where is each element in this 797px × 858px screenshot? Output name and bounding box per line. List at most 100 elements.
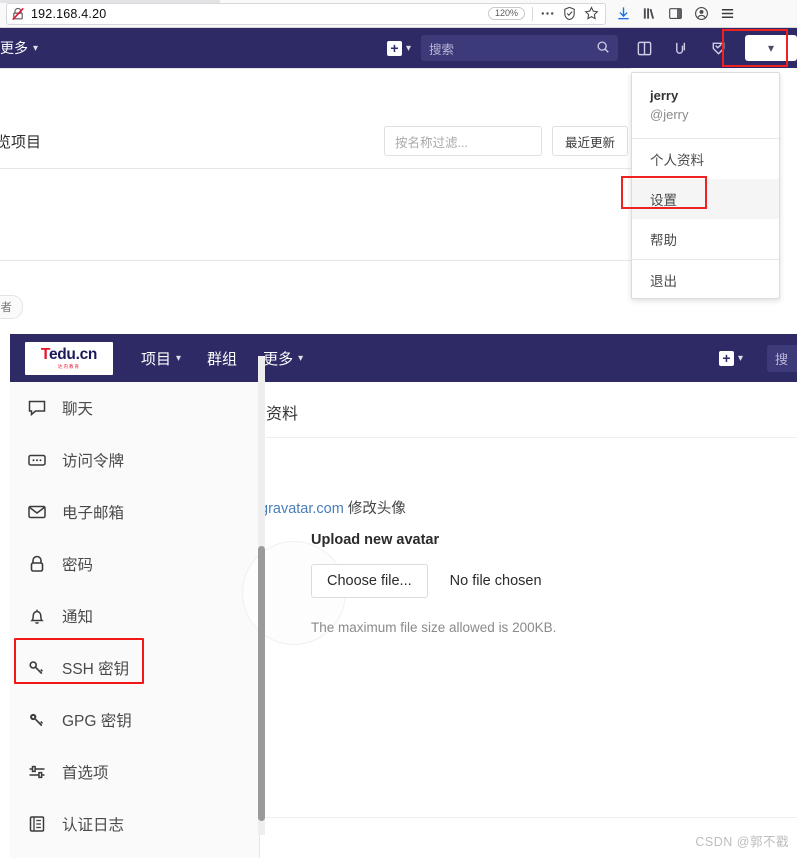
url-text: 192.168.4.20 (31, 6, 107, 21)
upload-avatar-title: Upload new avatar (311, 532, 440, 548)
star-icon[interactable] (584, 6, 599, 21)
bell-icon (27, 606, 47, 626)
nav-link-label: 更多 (263, 350, 294, 368)
todos-icon[interactable] (673, 40, 690, 57)
chat-icon (27, 398, 47, 418)
plus-icon: + (718, 350, 734, 366)
scrollbar-thumb[interactable] (258, 546, 265, 821)
highlight-box-settings (621, 176, 707, 209)
watermark: CSDN @郭不戳 (695, 835, 789, 849)
sidebar-item-label: 通知 (62, 609, 94, 626)
address-bar[interactable]: 192.168.4.20 120% (6, 2, 606, 25)
tedu-logo[interactable]: Tedu.cn 达内教育 (25, 341, 113, 375)
library-icon[interactable] (642, 6, 657, 21)
new-item-button[interactable]: + ▾ (718, 350, 743, 366)
logo-letter-t: T (40, 346, 49, 363)
shield-icon[interactable] (562, 6, 577, 21)
logo-subtitle: 达内教育 (58, 363, 80, 369)
chevron-down-icon: ▾ (298, 352, 304, 364)
zoom-level-badge[interactable]: 120% (487, 6, 525, 21)
account-icon[interactable] (694, 6, 709, 21)
nav-link-projects[interactable]: 项目 ▾ (141, 348, 181, 369)
dropdown-item-help[interactable]: 帮助 (632, 219, 779, 259)
choose-file-button[interactable]: Choose file... (311, 564, 428, 598)
sidebar-item-label: GPG 密钥 (62, 713, 132, 730)
log-icon (27, 814, 47, 834)
new-item-button[interactable]: + ▾ (386, 40, 411, 56)
sidebar-item-access-tokens[interactable]: 访问令牌 (10, 434, 259, 486)
sidebar-item-chat[interactable]: 聊天 (10, 382, 259, 434)
divider (532, 6, 533, 21)
sidebar-item-email[interactable]: 电子邮箱 (10, 486, 259, 538)
gravatar-suffix: 修改头像 (347, 501, 406, 517)
plus-icon: + (386, 40, 402, 56)
nav-link-label: 项目 (141, 350, 172, 368)
merge-requests-icon[interactable] (636, 40, 653, 57)
insecure-lock-icon (11, 7, 25, 21)
divider (0, 68, 631, 69)
sidebar-item-label: 电子邮箱 (62, 505, 125, 522)
settings-navbar-right: + ▾ 搜 (718, 344, 797, 372)
nav-more-menu[interactable]: 更多 ▾ (0, 38, 38, 58)
tab-strip-stub (0, 0, 220, 3)
settings-nav-links: 项目 ▾ 群组 更多 ▾ (141, 348, 303, 369)
hamburger-menu-icon[interactable] (720, 6, 735, 21)
sidebar-item-label: 密码 (62, 557, 94, 574)
settings-sidebar: 聊天 访问令牌 电子邮箱 密码 通知 SSH 密钥 GPG 密钥 首选项 认证日… (10, 382, 260, 858)
gravatar-link[interactable]: gravatar.com (260, 501, 344, 517)
highlight-box-avatar (722, 29, 788, 67)
projects-toolbar-row: 览项目 按名称过滤... 最近更新 (0, 115, 631, 167)
sidebar-item-gpg-keys[interactable]: GPG 密钥 (10, 694, 259, 746)
chevron-down-icon: ▾ (33, 42, 39, 54)
settings-main-content: 资料 gravatar.com 修改头像 Upload new avatar C… (242, 382, 797, 858)
token-icon (27, 450, 47, 470)
divider (0, 260, 631, 261)
search-icon (596, 40, 610, 57)
chevron-down-icon: ▾ (405, 42, 411, 54)
key-icon (27, 710, 47, 730)
urlbar-actions: 120% (487, 6, 601, 21)
sidebar-item-notifications[interactable]: 通知 (10, 590, 259, 642)
sort-button[interactable]: 最近更新 (551, 126, 628, 156)
nav-link-more[interactable]: 更多 ▾ (263, 348, 303, 369)
chevron-down-icon: ▾ (737, 352, 743, 364)
dropdown-user-handle: @jerry (650, 106, 689, 122)
lock-icon (27, 554, 47, 574)
dropdown-user-info: jerry @jerry (632, 73, 779, 138)
divider (0, 168, 631, 169)
gitlab-top-navbar: 更多 ▾ + ▾ 搜索 ▾ (0, 28, 797, 68)
sidebar-item-label: 认证日志 (62, 817, 125, 834)
dropdown-item-signout[interactable]: 退出 (632, 260, 779, 300)
chevron-down-icon: ▾ (176, 352, 182, 364)
logo-text: Tedu.cn (41, 347, 97, 363)
search-input[interactable]: 搜 (767, 344, 797, 372)
nav-more-label: 更多 (0, 40, 28, 56)
sliders-icon (27, 762, 47, 782)
projects-filters: 按名称过滤... 最近更新 (383, 126, 631, 156)
sidebar-item-label: 聊天 (62, 401, 94, 418)
browser-actions (606, 6, 742, 21)
sidebar-item-auth-log[interactable]: 认证日志 (10, 798, 259, 850)
max-file-size-note: The maximum file size allowed is 200KB. (311, 620, 557, 635)
settings-navbar: Tedu.cn 达内教育 项目 ▾ 群组 更多 ▾ + ▾ 搜 (10, 334, 797, 382)
nav-link-groups[interactable]: 群组 (207, 348, 237, 369)
dropdown-item-profile[interactable]: 个人资料 (632, 139, 779, 179)
download-icon[interactable] (616, 6, 631, 21)
sidebar-item-preferences[interactable]: 首选项 (10, 746, 259, 798)
navbar-icon-group (636, 40, 727, 57)
sidebar-icon[interactable] (668, 6, 683, 21)
logo-text-rest: edu.cn (48, 346, 98, 363)
divider (266, 437, 797, 438)
search-input[interactable]: 搜索 (421, 35, 618, 61)
sidebar-item-password[interactable]: 密码 (10, 538, 259, 590)
settings-page-title: 资料 (266, 406, 299, 423)
page-title: 览项目 (0, 133, 42, 151)
dropdown-user-name: jerry (650, 88, 679, 103)
gravatar-line: gravatar.com 修改头像 (260, 497, 406, 518)
ellipsis-icon[interactable] (540, 6, 555, 21)
file-chooser-row: Choose file... No file chosen (311, 564, 542, 598)
sidebar-item-label: 访问令牌 (62, 453, 125, 470)
filter-by-name-input[interactable]: 按名称过滤... (383, 126, 542, 156)
nav-link-label: 群组 (207, 350, 238, 368)
browser-toolbar: 192.168.4.20 120% (0, 0, 797, 28)
